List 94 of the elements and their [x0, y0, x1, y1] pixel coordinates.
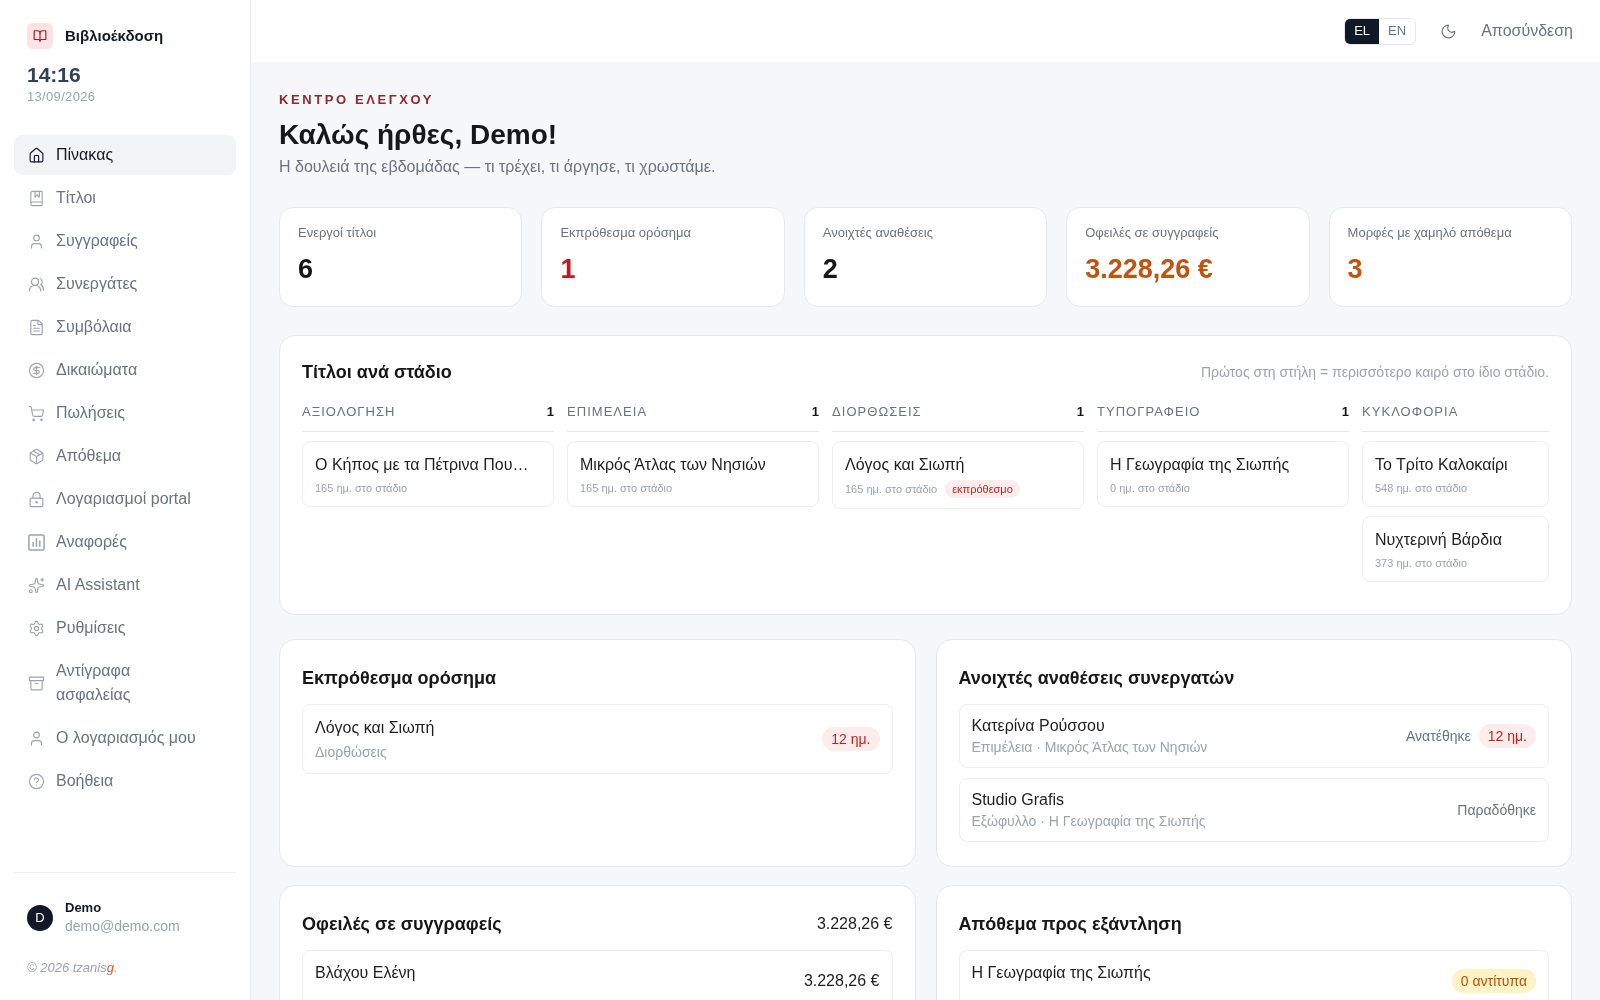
person-icon	[28, 232, 45, 250]
column-title: ΕΠΙΜΕΛΕΙΑ	[567, 403, 648, 421]
milestone-row[interactable]: Λόγος και Σιωπή Διορθώσεις 12 ημ.	[302, 704, 893, 774]
document-icon	[28, 318, 45, 336]
title-card[interactable]: Λόγος και Σιωπή 165 ημ. στο στάδιο εκπρόθεσμο	[832, 441, 1084, 509]
panel-title: Τίτλοι ανά στάδιο	[302, 361, 452, 384]
user-email: demo@demo.com	[65, 917, 180, 936]
column-count: 1	[546, 403, 554, 421]
column-title: ΚΥΚΛΟΦΟΡΙΑ	[1362, 403, 1459, 421]
settings-icon	[28, 619, 45, 637]
card-title: Νυχτερινή Βάρδια	[1375, 530, 1502, 550]
dollar-coin-icon	[28, 361, 45, 379]
row-title: Βλάχου Ελένη	[315, 963, 416, 983]
days-badge: 12 ημ.	[1478, 724, 1536, 748]
assignment-row[interactable]: Κατερίνα Ρούσσου Επιμέλεια · Μικρός Άτλας των Νησιών Ανατέθηκε 12 ημ.	[958, 704, 1549, 768]
help-icon	[28, 772, 45, 790]
overdue-badge: εκπρόθεσμο	[945, 480, 1020, 498]
stat-value: 6	[298, 253, 314, 285]
language-button[interactable]: EL	[1345, 18, 1380, 44]
days-badge: 12 ημ.	[822, 727, 880, 751]
archive-icon	[28, 674, 45, 692]
lock-icon	[28, 490, 45, 508]
copyright-text: © 2026 tzanisg.	[27, 959, 118, 977]
row-subtitle: Διορθώσεις	[315, 743, 388, 762]
stat-label: Ενεργοί τίτλοι	[298, 224, 377, 242]
title-card[interactable]: Η Γεωγραφία της Σιωπής 0 ημ. στο στάδιο	[1097, 441, 1349, 507]
panel-hint: Πρώτος στη στήλη = περισσότερο καιρό στο ίδιο στάδιο.	[1200, 363, 1549, 382]
book-icon	[28, 189, 45, 207]
sparkles-icon	[28, 576, 45, 594]
section-eyebrow: ΚΕΝΤΡΟ ΕΛΕΓΧΟΥ	[279, 91, 435, 109]
clock-date: 13/09/2026	[27, 89, 96, 105]
row-subtitle: Εξώφυλλο · Η Γεωγραφία της Σιωπής	[971, 812, 1206, 831]
status-text: Παραδόθηκε	[1457, 801, 1536, 820]
card-title: Το Τρίτο Καλοκαίρι	[1375, 455, 1508, 475]
row-title: Studio Grafis	[971, 790, 1065, 810]
card-meta: 165 ημ. στο στάδιο	[580, 481, 673, 496]
user-name: Demo	[65, 900, 103, 916]
box-icon	[28, 447, 45, 465]
bar-chart-icon	[28, 533, 45, 551]
row-title: Κατερίνα Ρούσσου	[971, 716, 1106, 736]
card-meta: 165 ημ. στο στάδιο	[315, 481, 408, 496]
nav-item[interactable]: Πίνακας	[14, 135, 236, 175]
card-meta: 548 ημ. στο στάδιο	[1375, 481, 1468, 496]
row-title: Λόγος και Σιωπή	[315, 718, 435, 738]
page-title: Καλώς ήρθες, Demo!	[279, 118, 558, 152]
stock-badge: 0 αντίτυπα	[1451, 969, 1536, 993]
panel-title: Οφειλές σε συγγραφείς	[302, 913, 502, 936]
column-count: 1	[1076, 403, 1084, 421]
column-title: ΤΥΠΟΓΡΑΦΕΙΟ	[1097, 403, 1201, 421]
stat-label: Μορφές με χαμηλό απόθεμα	[1347, 224, 1512, 242]
panel-title: Εκπρόθεσμα ορόσημα	[302, 667, 497, 690]
moon-icon	[1440, 22, 1458, 40]
stock-row[interactable]: Η Γεωγραφία της Σιωπής 0 αντίτυπα	[958, 950, 1549, 1000]
book-logo-icon	[27, 23, 53, 49]
column-count: 1	[811, 403, 819, 421]
status-text: Ανατέθηκε	[1406, 727, 1471, 746]
panel-title: Ανοιχτές αναθέσεις συνεργατών	[958, 667, 1235, 690]
logout-button[interactable]: Αποσύνδεση	[1481, 19, 1573, 43]
title-card[interactable]: Νυχτερινή Βάρδια 373 ημ. στο στάδιο	[1362, 516, 1549, 582]
row-amount: 3.228,26 €	[803, 971, 880, 991]
clock-time: 14:16	[27, 62, 81, 88]
column-title: ΔΙΟΡΘΩΣΕΙΣ	[832, 403, 922, 421]
card-meta: 0 ημ. στο στάδιο	[1110, 481, 1190, 496]
title-card[interactable]: Ο Κήπος με τα Πέτρινα Που… 165 ημ. στο στάδιο	[302, 441, 554, 507]
people-icon	[28, 275, 45, 293]
card-title: Η Γεωγραφία της Σιωπής	[1110, 455, 1290, 475]
stat-label: Οφειλές σε συγγραφείς	[1085, 224, 1219, 242]
stat-label: Εκπρόθεσμα ορόσημα	[560, 224, 691, 242]
app-name: Βιβλιοέκδοση	[65, 26, 164, 46]
assignment-row[interactable]: Studio Grafis Εξώφυλλο · Η Γεωγραφία της Σιωπής Παραδόθηκε	[958, 778, 1549, 842]
panel-title: Απόθεμα προς εξάντληση	[958, 913, 1182, 936]
card-title: Μικρός Άτλας των Νησιών	[580, 455, 766, 475]
card-meta: 165 ημ. στο στάδιο	[845, 482, 938, 497]
card-meta: 373 ημ. στο στάδιο	[1375, 556, 1468, 571]
row-title: Η Γεωγραφία της Σιωπής	[971, 963, 1151, 983]
home-icon	[28, 146, 45, 164]
cart-icon	[28, 404, 45, 422]
column-count: 1	[1341, 403, 1349, 421]
stat-value: 2	[822, 253, 838, 285]
card-title: Ο Κήπος με τα Πέτρινα Που…	[315, 455, 529, 475]
card-title: Λόγος και Σιωπή	[845, 455, 965, 475]
title-card[interactable]: Το Τρίτο Καλοκαίρι 548 ημ. στο στάδιο	[1362, 441, 1549, 507]
title-card[interactable]: Μικρός Άτλας των Νησιών 165 ημ. στο στάδιο	[567, 441, 819, 507]
row-subtitle: Επιμέλεια · Μικρός Άτλας των Νησιών	[971, 738, 1208, 757]
user-avatar: D	[27, 905, 53, 931]
page-subtitle: Η δουλειά της εβδομάδας — τι τρέχει, τι άργησε, τι χρωστάμε.	[279, 157, 716, 177]
stat-label: Ανοιχτές αναθέσεις	[822, 224, 933, 242]
stat-value: 1	[560, 253, 576, 285]
payables-total: 3.228,26 €	[816, 914, 893, 934]
column-title: ΑΞΙΟΛΟΓΗΣΗ	[302, 403, 396, 421]
person-icon	[28, 729, 45, 747]
payable-row[interactable]: Βλάχου Ελένη 3.228,26 €	[302, 950, 893, 1000]
stat-value: 3	[1347, 253, 1363, 285]
stat-value: 3.228,26 €	[1085, 253, 1213, 285]
